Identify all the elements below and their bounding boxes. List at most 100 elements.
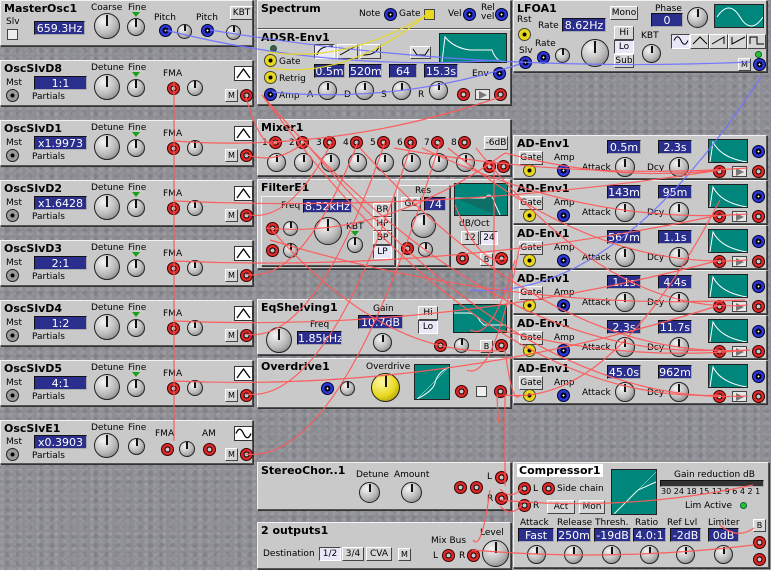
- audio-output-jack[interactable]: [752, 300, 765, 313]
- audio-output-jack[interactable]: [752, 345, 765, 358]
- detune-knob[interactable]: [94, 194, 120, 220]
- channel-input-jack[interactable]: [296, 136, 309, 149]
- decay-knob[interactable]: [669, 157, 689, 177]
- kbt-knob[interactable]: [347, 237, 363, 253]
- gate-input-jack[interactable]: [523, 164, 536, 177]
- triangle-wave-icon[interactable]: [234, 66, 253, 81]
- wave-saw-button[interactable]: [709, 34, 728, 49]
- fma-knob[interactable]: [187, 140, 203, 156]
- channel-level-knob[interactable]: [375, 153, 394, 172]
- overdrive-bypass[interactable]: [476, 386, 487, 397]
- rate-mod-input-jack[interactable]: [537, 51, 550, 64]
- pitch1-knob[interactable]: [177, 24, 192, 39]
- decay-knob[interactable]: [355, 81, 374, 100]
- thresh-knob[interactable]: [602, 545, 621, 564]
- fine-knob[interactable]: [127, 379, 145, 397]
- phase-knob[interactable]: [687, 7, 708, 28]
- filter-output-jack[interactable]: [495, 252, 508, 265]
- left-input-jack[interactable]: [442, 549, 455, 562]
- gate-button[interactable]: Gate: [519, 241, 543, 255]
- right-input-jack[interactable]: [467, 549, 480, 562]
- sine-wave-icon[interactable]: [234, 426, 253, 441]
- drive-mod-input-jack[interactable]: [321, 382, 334, 395]
- amp-input-jack[interactable]: [557, 344, 570, 357]
- m-button[interactable]: M: [398, 548, 411, 561]
- channel-input-jack[interactable]: [323, 136, 336, 149]
- fine-knob[interactable]: [127, 319, 145, 337]
- audio-output-jack[interactable]: [752, 255, 765, 268]
- gate-input-jack[interactable]: [523, 209, 536, 222]
- audio-input-jack[interactable]: [713, 165, 726, 178]
- amount-knob[interactable]: [401, 482, 422, 503]
- attack-knob[interactable]: [615, 382, 635, 402]
- kbt-knob[interactable]: [642, 44, 661, 63]
- gate-input-jack[interactable]: [264, 54, 277, 67]
- rate-mod-knob[interactable]: [555, 48, 570, 63]
- rate-knob[interactable]: [581, 39, 609, 67]
- gate-button[interactable]: Gate: [519, 151, 543, 165]
- bp-button[interactable]: BP: [373, 231, 392, 245]
- decay-knob[interactable]: [669, 202, 689, 222]
- hp-button[interactable]: HP: [373, 217, 392, 231]
- lp-button[interactable]: LP: [373, 245, 392, 259]
- output-jack[interactable]: [240, 389, 253, 402]
- sub-button[interactable]: Sub: [614, 54, 634, 68]
- freq-knob[interactable]: [266, 327, 292, 353]
- hi-button[interactable]: Hi: [614, 26, 634, 40]
- output-jack[interactable]: [240, 329, 253, 342]
- detune-knob[interactable]: [94, 254, 120, 280]
- triangle-wave-icon[interactable]: [234, 306, 253, 321]
- triangle-wave-icon[interactable]: [234, 246, 253, 261]
- channel-level-knob[interactable]: [348, 153, 367, 172]
- m-button[interactable]: M: [225, 269, 238, 282]
- wave-sine-button[interactable]: [671, 34, 690, 49]
- res-input-jack[interactable]: [401, 242, 414, 255]
- channel-input-jack[interactable]: [404, 136, 417, 149]
- detune-knob[interactable]: [359, 482, 380, 503]
- lo-button[interactable]: Lo: [418, 320, 438, 334]
- release-knob[interactable]: [429, 81, 448, 100]
- right-output-jack[interactable]: [495, 492, 508, 505]
- mono-button[interactable]: Mono: [610, 6, 638, 20]
- fma-input-jack[interactable]: [167, 142, 180, 155]
- slv-output-jack[interactable]: [519, 56, 532, 69]
- audio-output-jack[interactable]: [752, 210, 765, 223]
- fine-knob[interactable]: [127, 139, 145, 157]
- note-output-jack[interactable]: [384, 8, 397, 21]
- channel-input-jack[interactable]: [458, 136, 471, 149]
- minus-6db-button[interactable]: -6dB: [484, 136, 508, 150]
- left-input-jack[interactable]: [518, 482, 531, 495]
- attack-knob[interactable]: [615, 247, 635, 267]
- channel-level-knob[interactable]: [267, 153, 286, 172]
- output-jack[interactable]: [240, 89, 253, 102]
- res-knob[interactable]: [411, 213, 436, 238]
- env-output-jack[interactable]: [752, 280, 765, 293]
- right-output-jack[interactable]: [753, 553, 766, 566]
- eq-output-jack[interactable]: [495, 339, 508, 352]
- bypass-button[interactable]: B: [753, 519, 766, 532]
- fma-input-jack[interactable]: [167, 262, 180, 275]
- mixer-output-jack[interactable]: [497, 160, 510, 173]
- channel-level-knob[interactable]: [402, 153, 421, 172]
- gc-button[interactable]: GC: [401, 197, 421, 211]
- gate-input-jack[interactable]: [523, 254, 536, 267]
- wave-ramp-button[interactable]: [728, 34, 747, 49]
- amp-input-jack[interactable]: [557, 389, 570, 402]
- chain-input-jack[interactable]: [483, 160, 496, 173]
- lfo-output-jack[interactable]: [753, 58, 766, 71]
- fm1-knob[interactable]: [283, 221, 298, 236]
- mst-input-jack[interactable]: [6, 389, 19, 402]
- am-input-jack[interactable]: [203, 443, 216, 456]
- m-button[interactable]: M: [225, 329, 238, 342]
- br-button[interactable]: BR: [373, 203, 392, 217]
- reset-input-jack[interactable]: [518, 28, 531, 41]
- detune-knob[interactable]: [94, 74, 120, 100]
- pitch2-input-jack[interactable]: [201, 24, 214, 37]
- gain-knob[interactable]: [373, 333, 392, 352]
- output-jack[interactable]: [240, 149, 253, 162]
- overdrive-input-jack[interactable]: [455, 385, 468, 398]
- env-output-jack[interactable]: [493, 67, 506, 80]
- env-output-jack[interactable]: [752, 190, 765, 203]
- amp-input-jack[interactable]: [557, 164, 570, 177]
- pitch1-input-jack[interactable]: [159, 24, 172, 37]
